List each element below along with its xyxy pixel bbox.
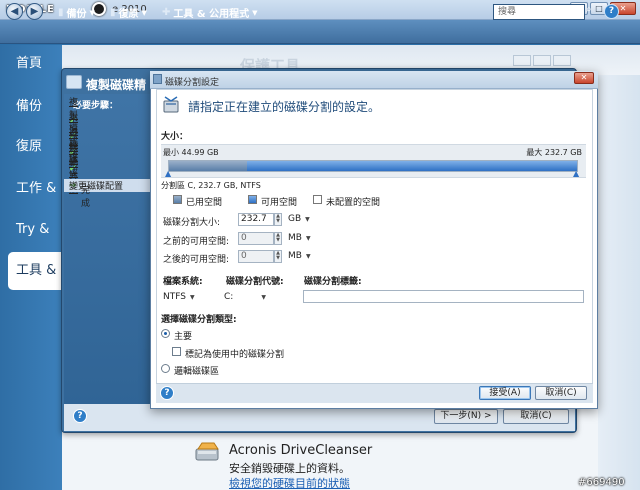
dialog-help-icon[interactable]: ?: [160, 386, 174, 400]
chevron-down-icon: ▼: [261, 294, 266, 301]
dialog-title-icon: [153, 74, 162, 84]
recovery-menu[interactable]: ▮ 復原 ▼: [110, 5, 147, 20]
nav-item-tasks[interactable]: 工作 &: [0, 170, 62, 208]
partition-size-unit-select[interactable]: GB ▼: [288, 213, 310, 226]
drivecleanser-link[interactable]: 檢視您的硬碟目前的狀態: [229, 475, 350, 490]
nav-item-tools[interactable]: 工具 &: [8, 252, 64, 290]
step-change-disk-layout[interactable]: ➜ 變更磁碟配置: [64, 179, 150, 192]
backup-menu[interactable]: ▮ 備份 ▼: [58, 5, 95, 20]
backup-menu-label: 備份: [66, 9, 87, 20]
drive-letter-label: 磁碟分割代號:: [226, 277, 284, 287]
unit-value: MB: [288, 251, 302, 261]
unit-value: MB: [288, 233, 302, 243]
chevron-down-icon: ▼: [252, 8, 258, 17]
recovery-icon: ▮: [110, 7, 116, 18]
chevron-down-icon: ▼: [305, 235, 311, 242]
chevron-down-icon: ▼: [141, 8, 147, 17]
right-panel: [598, 75, 640, 490]
unallocated-legend-swatch: [313, 195, 322, 204]
mark-active-checkbox[interactable]: [172, 347, 181, 356]
tools-icon: ✚: [162, 7, 171, 18]
chevron-down-icon: ▼: [89, 8, 95, 17]
drive-letter-select[interactable]: C: ▼: [224, 291, 270, 304]
min-size-label: 最小 44.99 GB: [163, 148, 219, 157]
dialog-heading: 請指定正在建立的磁碟分割的設定。: [188, 100, 381, 114]
drivecleanser-title[interactable]: Acronis DriveCleanser: [229, 443, 372, 458]
wizard-icon: [66, 75, 82, 89]
left-slider-handle[interactable]: ▲: [165, 170, 173, 178]
free-before-stepper[interactable]: ▲ ▼: [274, 232, 282, 245]
drivecleanser-icon: [195, 442, 219, 461]
drivecleanser-description: 安全銷毀硬碟上的資料。: [229, 462, 350, 475]
logical-radio[interactable]: [161, 364, 170, 373]
search-icon[interactable]: ⌕: [586, 4, 600, 20]
search-input[interactable]: 搜尋: [493, 4, 585, 20]
free-after-label: 之後的可用空間:: [163, 255, 230, 265]
nav-item-home[interactable]: 首頁: [0, 45, 62, 83]
watermark: #669490: [578, 477, 625, 488]
wizard-title: 複製磁碟精: [86, 78, 147, 92]
file-system-select[interactable]: NTFS ▼: [163, 291, 199, 304]
unallocated-legend-label: 未配置的空間: [326, 198, 381, 208]
max-size-label: 最大 232.7 GB: [526, 148, 582, 157]
volume-label-label: 磁碟分割標籤:: [304, 277, 362, 287]
recovery-menu-label: 復原: [118, 9, 139, 20]
step-move-method[interactable]: ✔ 移動方法: [69, 146, 78, 195]
dialog-title: 磁碟分割設定: [165, 78, 220, 88]
step-label: 完成: [81, 186, 91, 209]
wizard-steps-heading: 必要步驟：: [73, 101, 119, 111]
used-space-legend-label: 已用空間: [186, 198, 223, 208]
free-space-legend-swatch: [248, 195, 257, 204]
free-before-unit-select[interactable]: MB ▼: [288, 232, 311, 245]
free-after-input[interactable]: 0: [238, 250, 274, 263]
content-window-controls: [513, 55, 571, 66]
free-before-input[interactable]: 0: [238, 232, 274, 245]
help-icon[interactable]: ?: [604, 4, 619, 19]
forward-button[interactable]: ▶: [26, 3, 43, 20]
partition-size-input[interactable]: 232.7: [238, 213, 274, 226]
backup-icon: ▮: [58, 7, 64, 18]
unit-value: GB: [288, 214, 302, 224]
mark-active-label: 標記為使用中的磁碟分割: [185, 350, 285, 360]
nav-item-try-decide[interactable]: Try & D: [0, 211, 62, 275]
dialog-cancel-button[interactable]: 取消(C): [535, 386, 587, 400]
accept-button[interactable]: 接受(A): [479, 386, 531, 400]
chevron-down-icon: ▼: [305, 253, 311, 260]
file-system-value: NTFS: [163, 292, 186, 302]
wizard-help-icon[interactable]: ?: [73, 409, 87, 423]
primary-radio[interactable]: [161, 329, 170, 338]
tools-menu[interactable]: ✚ 工具 & 公用程式 ▼: [162, 5, 257, 20]
nav-item-recovery[interactable]: 復原: [0, 128, 62, 166]
used-space-legend-swatch: [173, 195, 182, 204]
toolbar: [0, 20, 640, 44]
volume-label-input[interactable]: [303, 290, 584, 303]
free-after-stepper[interactable]: ▲ ▼: [274, 250, 282, 263]
partition-info-label: 分割區 C, 232.7 GB, NTFS: [161, 181, 261, 190]
step-label: 變更磁碟配置: [69, 182, 124, 192]
drive-letter-value: C:: [224, 292, 234, 302]
free-after-unit-select[interactable]: MB ▼: [288, 250, 311, 263]
wizard-cancel-button[interactable]: 取消(C): [503, 409, 569, 424]
chevron-down-icon: ▼: [189, 294, 195, 301]
logical-radio-label: 邏輯磁碟區: [174, 367, 220, 377]
dialog-close-button[interactable]: ✕: [574, 72, 594, 84]
used-space-bar: [169, 161, 247, 171]
next-button[interactable]: 下一步(N) >: [434, 409, 498, 424]
back-button[interactable]: ◀: [6, 3, 23, 20]
size-section-label: 大小：: [161, 132, 189, 142]
chevron-down-icon: ▼: [305, 216, 310, 223]
free-before-label: 之前的可用空間:: [163, 237, 230, 247]
partition-size-bar[interactable]: [168, 160, 578, 172]
file-system-label: 檔案系統:: [163, 277, 203, 287]
tools-menu-label: 工具 & 公用程式: [173, 9, 250, 20]
partition-size-stepper[interactable]: ▲ ▼: [274, 213, 282, 226]
right-slider-handle[interactable]: ▲: [573, 170, 581, 178]
partition-settings-icon: [163, 96, 179, 113]
primary-radio-label: 主要: [174, 332, 193, 342]
nav-item-backup[interactable]: 備份: [0, 88, 62, 126]
partition-type-label: 選擇磁碟分割類型:: [161, 315, 237, 325]
partition-size-label: 磁碟分割大小:: [163, 218, 221, 228]
free-space-legend-label: 可用空間: [261, 198, 298, 208]
